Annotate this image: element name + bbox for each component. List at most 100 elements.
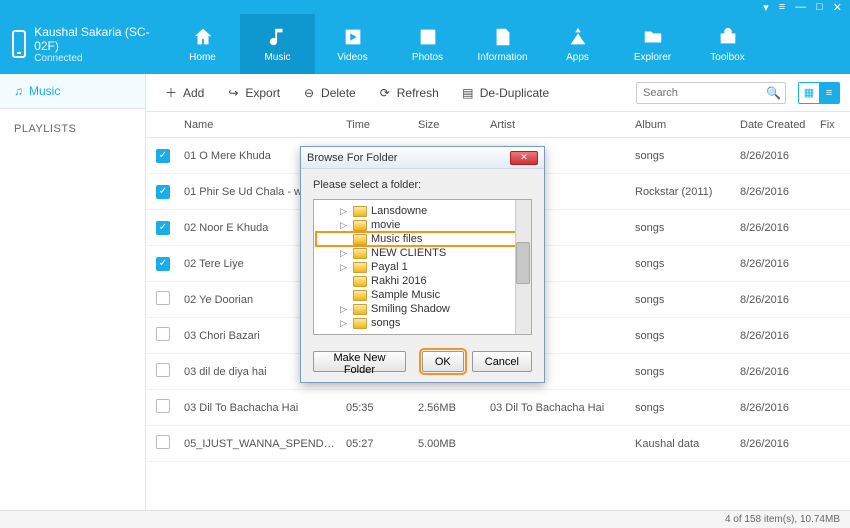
cell-album: songs: [635, 258, 740, 270]
tree-scroll-thumb[interactable]: [516, 242, 530, 284]
cell-date: 8/26/2016: [740, 150, 820, 162]
cell-date: 8/26/2016: [740, 222, 820, 234]
home-icon: [192, 26, 214, 48]
col-artist[interactable]: Artist: [490, 119, 635, 131]
folder-tree-item[interactable]: ▷ songs: [316, 316, 529, 330]
phone-icon: [12, 30, 26, 58]
cell-name: 05_IJUST_WANNA_SPEND_MY_LIF: [184, 438, 346, 450]
tree-expand-icon[interactable]: ▷: [340, 262, 349, 273]
table-header: Name Time Size Artist Album Date Created…: [146, 112, 850, 138]
folder-tree-item[interactable]: ▷ NEW CLIENTS: [316, 246, 529, 260]
make-new-folder-button[interactable]: Make New Folder: [313, 351, 406, 372]
information-icon: [492, 26, 514, 48]
row-checkbox[interactable]: [156, 399, 170, 413]
dialog-message: Please select a folder:: [313, 179, 532, 191]
tree-expand-icon[interactable]: ▷: [340, 304, 349, 315]
cell-size: 5.00MB: [418, 438, 490, 450]
export-button[interactable]: ↪Export: [218, 82, 288, 104]
minimize-icon[interactable]: —: [795, 1, 806, 13]
row-checkbox[interactable]: [156, 327, 170, 341]
cancel-button[interactable]: Cancel: [472, 351, 532, 372]
dialog-close-button[interactable]: ✕: [510, 151, 538, 165]
menu-icon[interactable]: ≡: [779, 1, 785, 13]
tab-videos[interactable]: Videos: [315, 14, 390, 74]
export-icon: ↪: [226, 86, 240, 100]
col-name[interactable]: Name: [184, 119, 346, 131]
folder-label: Sample Music: [371, 289, 440, 301]
col-size[interactable]: Size: [418, 119, 490, 131]
row-checkbox[interactable]: ✓: [156, 221, 170, 235]
cell-date: 8/26/2016: [740, 294, 820, 306]
row-checkbox[interactable]: ✓: [156, 149, 170, 163]
search-icon: 🔍: [766, 86, 781, 100]
row-checkbox[interactable]: ✓: [156, 257, 170, 271]
device-name: Kaushal Sakaria (SC-02F): [34, 25, 153, 53]
row-checkbox[interactable]: [156, 363, 170, 377]
folder-tree-item[interactable]: ▷Smiling Shadow: [316, 302, 529, 316]
folder-label: Payal 1: [371, 261, 408, 273]
device-panel[interactable]: Kaushal Sakaria (SC-02F) Connected: [0, 25, 165, 64]
tab-toolbox[interactable]: Toolbox: [690, 14, 765, 74]
delete-button[interactable]: ⊖Delete: [294, 82, 364, 104]
tab-photos[interactable]: Photos: [390, 14, 465, 74]
folder-tree-item[interactable]: ▷movie: [316, 218, 529, 232]
col-date[interactable]: Date Created: [740, 119, 820, 131]
ok-button[interactable]: OK: [422, 351, 464, 372]
tab-music[interactable]: Music: [240, 14, 315, 74]
col-album[interactable]: Album: [635, 119, 740, 131]
search-wrap: 🔍: [636, 82, 786, 104]
dedup-button[interactable]: ▤De-Duplicate: [453, 82, 557, 104]
cell-date: 8/26/2016: [740, 438, 820, 450]
refresh-icon: ⟳: [378, 86, 392, 100]
dedup-icon: ▤: [461, 86, 475, 100]
folder-label: songs: [371, 317, 400, 329]
folder-tree-item[interactable]: Music files: [316, 232, 529, 246]
sidebar-item-label: Music: [29, 84, 60, 98]
dialog-titlebar[interactable]: Browse For Folder ✕: [301, 147, 544, 169]
row-checkbox[interactable]: ✓: [156, 185, 170, 199]
tab-label: Home: [189, 52, 216, 63]
folder-label: Music files: [371, 233, 422, 245]
plus-icon: ＋: [164, 86, 178, 100]
nav-tabs: Home MusicVideosPhotosInformationAppsExpl…: [165, 14, 765, 74]
maximize-icon[interactable]: □: [816, 1, 823, 13]
tree-expand-icon[interactable]: ▷: [340, 220, 349, 231]
cell-date: 8/26/2016: [740, 258, 820, 270]
tree-expand-icon[interactable]: ▷: [340, 248, 349, 259]
toolbar: ＋Add ↪Export ⊖Delete ⟳Refresh ▤De-Duplic…: [146, 74, 850, 112]
row-checkbox[interactable]: [156, 291, 170, 305]
toolbox-icon: [717, 26, 739, 48]
search-input[interactable]: [636, 82, 786, 104]
list-view-button[interactable]: ≡: [819, 83, 839, 103]
table-row[interactable]: 03 Dil To Bachacha Hai05:352.56MB03 Dil …: [146, 390, 850, 426]
sidebar-item-music[interactable]: ♫ Music: [0, 74, 145, 109]
folder-tree: ▷Lansdowne▷movieMusic files▷NEW CLIENTS▷…: [313, 199, 532, 335]
cell-time: 05:35: [346, 402, 418, 414]
folder-label: NEW CLIENTS: [371, 247, 446, 259]
refresh-button[interactable]: ⟳Refresh: [370, 82, 447, 104]
browse-folder-dialog: Browse For Folder ✕ Please select a fold…: [300, 146, 545, 383]
add-button[interactable]: ＋Add: [156, 82, 212, 104]
user-icon[interactable]: ▾: [763, 1, 769, 14]
folder-tree-item[interactable]: ▷ Payal 1: [316, 260, 529, 274]
folder-icon: [353, 290, 367, 301]
folder-tree-item[interactable]: ▷Lansdowne: [316, 204, 529, 218]
col-time[interactable]: Time: [346, 119, 418, 131]
folder-icon: [353, 206, 367, 217]
tab-information[interactable]: Information: [465, 14, 540, 74]
table-row[interactable]: 05_IJUST_WANNA_SPEND_MY_LIF05:275.00MBKa…: [146, 426, 850, 462]
tab-explorer[interactable]: Explorer: [615, 14, 690, 74]
folder-tree-item[interactable]: Sample Music: [316, 288, 529, 302]
folder-tree-item[interactable]: Rakhi 2016: [316, 274, 529, 288]
col-fix[interactable]: Fix: [820, 119, 850, 131]
close-icon[interactable]: ✕: [833, 1, 842, 14]
folder-icon: [353, 220, 367, 231]
cell-album: Kaushal data: [635, 438, 740, 450]
tab-apps[interactable]: Apps: [540, 14, 615, 74]
row-checkbox[interactable]: [156, 435, 170, 449]
tab-home[interactable]: Home: [165, 14, 240, 74]
tree-expand-icon[interactable]: ▷: [340, 318, 349, 329]
window-titlebar: ▾ ≡ — □ ✕: [0, 0, 850, 14]
tree-expand-icon[interactable]: ▷: [340, 206, 349, 217]
grid-view-button[interactable]: ▦: [799, 83, 819, 103]
